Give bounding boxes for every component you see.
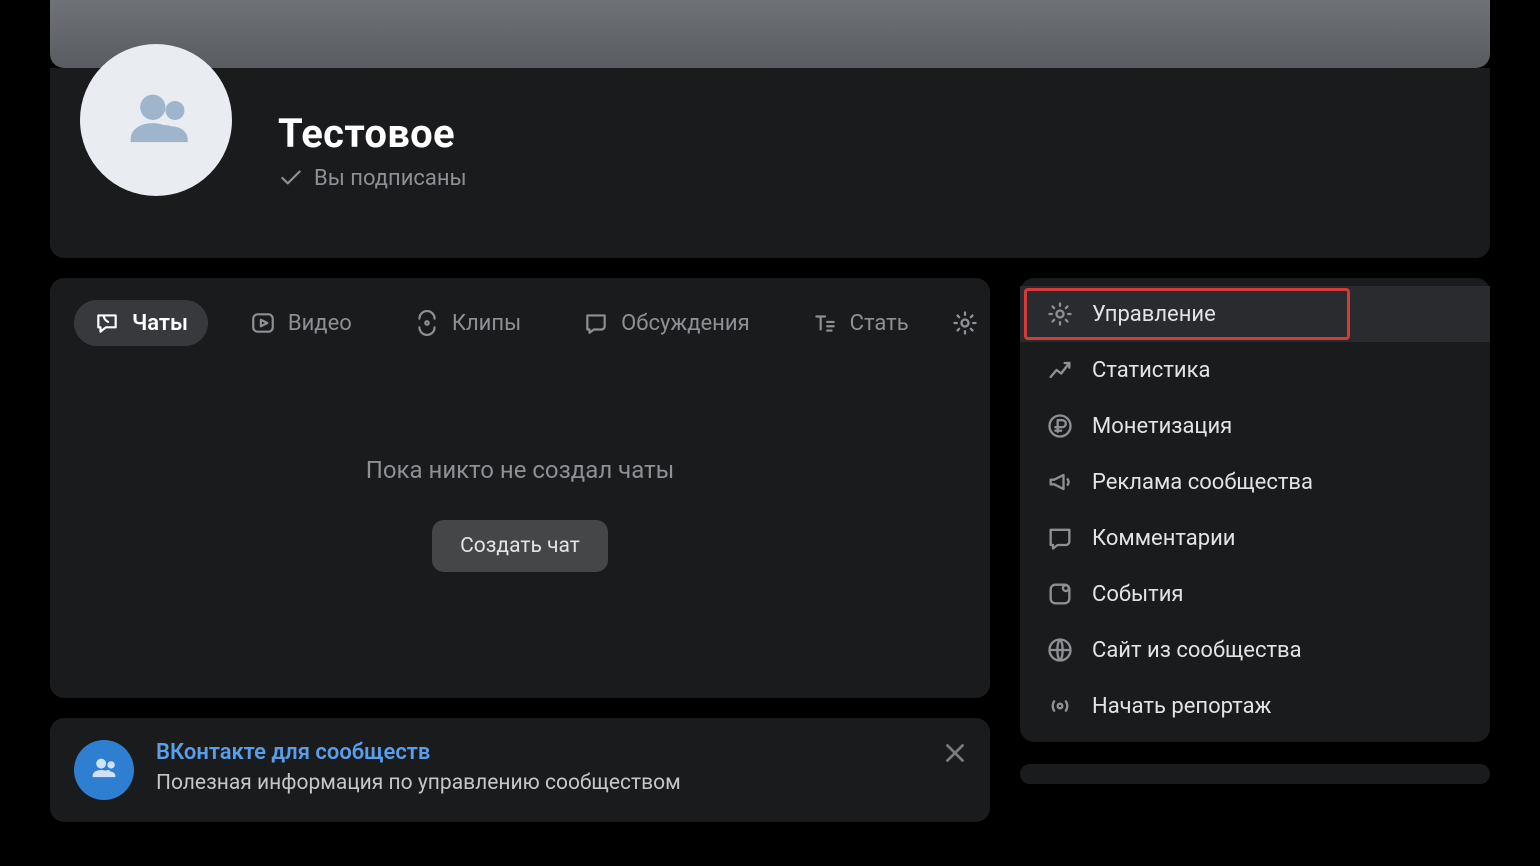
tab-label: Видео (288, 311, 352, 336)
menu-item-stats[interactable]: Статистика (1020, 342, 1490, 398)
menu-item-events[interactable]: События (1020, 566, 1490, 622)
empty-text: Пока никто не создал чаты (74, 456, 966, 484)
chat-icon (94, 310, 120, 336)
square-plus-icon (1046, 580, 1074, 608)
megaphone-icon (1046, 468, 1074, 496)
tabs-card: Чаты Видео Клипы Обсуждения (50, 278, 990, 698)
promo-avatar (74, 740, 134, 800)
menu-label: Комментарии (1092, 526, 1236, 551)
tab-articles[interactable]: Стать (792, 300, 929, 346)
broadcast-icon (1046, 692, 1074, 720)
community-header: Тестовое Вы подписаны (50, 68, 1490, 258)
page-title: Тестовое (278, 110, 1456, 157)
subscribed-label: Вы подписаны (314, 166, 467, 191)
tab-chats[interactable]: Чаты (74, 300, 208, 346)
close-icon (942, 740, 968, 766)
menu-label: Монетизация (1092, 414, 1232, 439)
close-button[interactable] (942, 740, 968, 766)
menu-label: Начать репортаж (1092, 694, 1271, 719)
create-chat-button[interactable]: Создать чат (432, 520, 608, 572)
play-icon (250, 310, 276, 336)
subscribed-status[interactable]: Вы подписаны (278, 165, 1456, 191)
promo-subtitle: Полезная информация по управлению сообще… (156, 771, 966, 795)
people-icon (87, 753, 121, 787)
clips-icon (414, 310, 440, 336)
empty-state: Пока никто не создал чаты Создать чат (74, 456, 966, 572)
tab-label: Обсуждения (621, 311, 750, 336)
speech-icon (1046, 524, 1074, 552)
tab-discussions[interactable]: Обсуждения (563, 300, 770, 346)
tab-video[interactable]: Видео (230, 300, 372, 346)
menu-item-report[interactable]: Начать репортаж (1020, 678, 1490, 734)
globe-icon (1046, 636, 1074, 664)
menu-item-ads[interactable]: Реклама сообщества (1020, 454, 1490, 510)
tab-clips[interactable]: Клипы (394, 300, 541, 346)
cover-image (50, 0, 1490, 68)
menu-item-comments[interactable]: Комментарии (1020, 510, 1490, 566)
gear-icon (951, 309, 979, 337)
menu-item-monetization[interactable]: Монетизация (1020, 398, 1490, 454)
people-icon (118, 82, 194, 158)
tabs-settings-button[interactable] (951, 309, 979, 337)
side-card-secondary (1020, 764, 1490, 784)
menu-item-manage[interactable]: Управление (1020, 286, 1490, 342)
check-icon (278, 165, 304, 191)
tab-label: Клипы (452, 311, 521, 336)
menu-item-site[interactable]: Сайт из сообщества (1020, 622, 1490, 678)
promo-title[interactable]: ВКонтакте для сообществ (156, 740, 966, 765)
promo-card: ВКонтакте для сообществ Полезная информа… (50, 718, 990, 822)
side-menu: Управление Статистика Монетизация Реклам… (1020, 278, 1490, 742)
community-avatar[interactable] (80, 44, 232, 196)
gear-icon (1046, 300, 1074, 328)
menu-label: Реклама сообщества (1092, 470, 1313, 495)
menu-label: Управление (1092, 302, 1216, 327)
menu-label: Сайт из сообщества (1092, 638, 1302, 663)
speech-icon (583, 310, 609, 336)
ruble-icon (1046, 412, 1074, 440)
tab-label: Стать (850, 311, 909, 336)
tab-label: Чаты (132, 311, 188, 336)
tabs-row: Чаты Видео Клипы Обсуждения (74, 300, 966, 346)
chart-icon (1046, 356, 1074, 384)
text-icon (812, 310, 838, 336)
menu-label: События (1092, 582, 1183, 607)
menu-label: Статистика (1092, 358, 1210, 383)
